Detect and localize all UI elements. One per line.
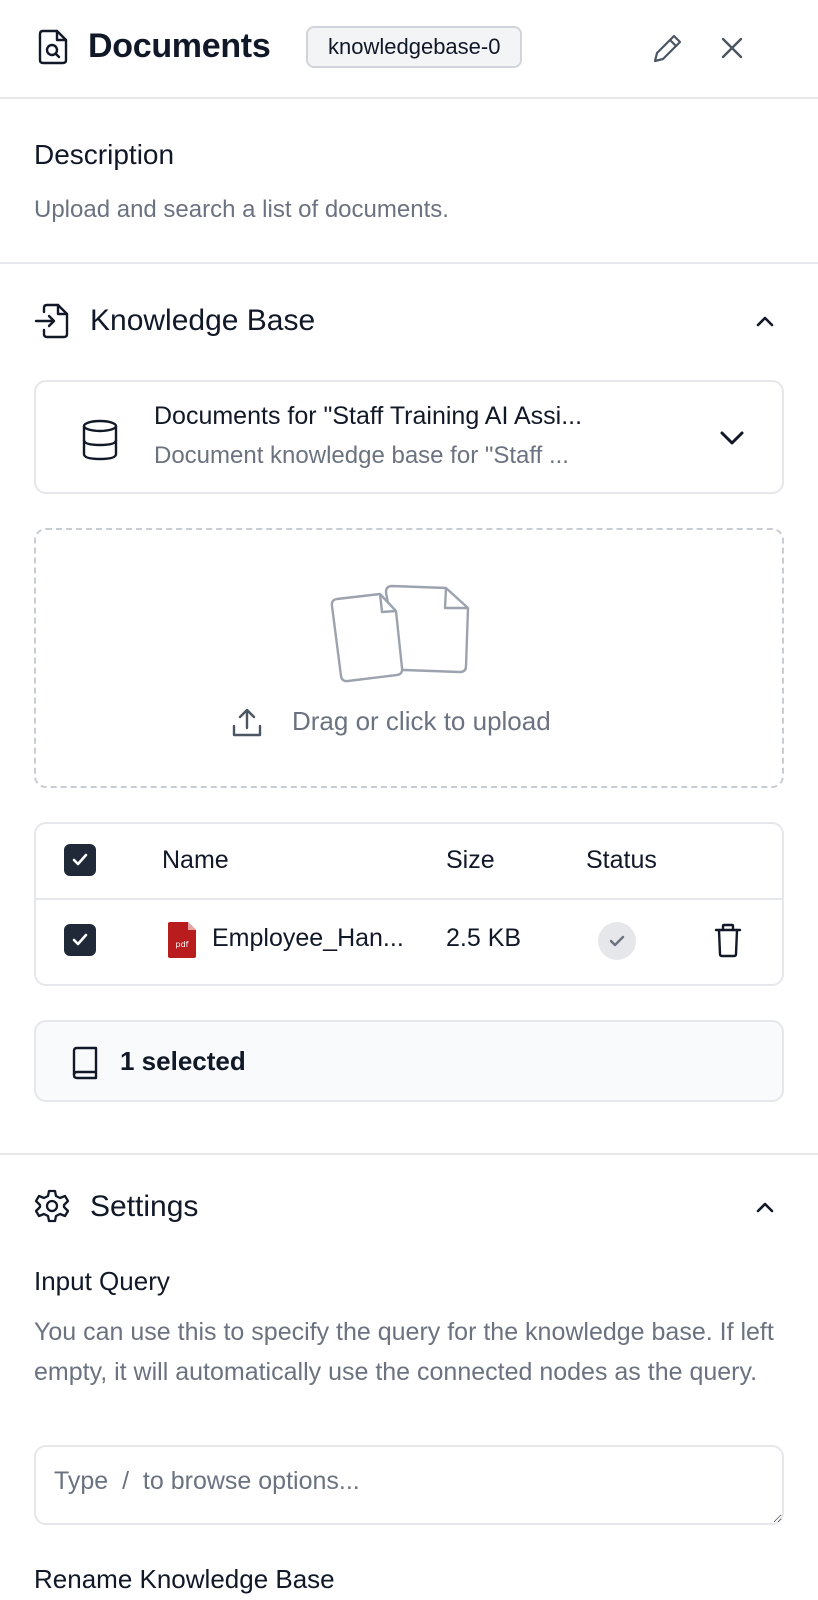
upload-dropzone[interactable]: Drag or click to upload	[34, 528, 784, 788]
pencil-icon[interactable]	[650, 30, 686, 66]
page-title: Documents	[88, 27, 271, 65]
description-section: Description Upload and search a list of …	[0, 99, 818, 264]
selected-kb-title: Documents for "Staff Training AI Assi...	[154, 402, 583, 430]
table-header-row	[36, 824, 782, 900]
input-query-field[interactable]	[34, 1445, 784, 1525]
import-icon	[34, 303, 69, 339]
column-header-status[interactable]: Status	[586, 846, 657, 875]
input-query-help: You can use this to specify the query fo…	[34, 1318, 774, 1386]
gear-icon	[34, 1189, 70, 1223]
description-heading: Description	[34, 139, 175, 170]
chevron-up-icon[interactable]	[752, 1194, 778, 1220]
column-header-size[interactable]: Size	[446, 846, 495, 875]
select-all-checkbox[interactable]	[64, 844, 96, 876]
settings-section-header[interactable]: Settings	[34, 1188, 784, 1228]
status-badge	[598, 922, 636, 960]
check-icon	[609, 935, 625, 947]
knowledge-base-select[interactable]: Documents for "Staff Training AI Assi...…	[34, 380, 784, 494]
knowledge-base-heading: Knowledge Base	[90, 304, 316, 337]
check-icon	[72, 853, 88, 866]
settings-heading: Settings	[90, 1190, 199, 1223]
input-query-label: Input Query	[34, 1266, 170, 1296]
selected-kb-subtitle: Document knowledge base for "Staff ...	[154, 442, 569, 469]
file-size: 2.5 KB	[446, 924, 522, 952]
files-icon	[330, 584, 470, 683]
node-id-badge: knowledgebase-0	[306, 26, 523, 68]
svg-text:pdf: pdf	[176, 940, 189, 949]
chevron-up-icon[interactable]	[752, 308, 778, 334]
section-divider	[0, 1153, 818, 1155]
upload-icon	[232, 708, 262, 737]
chevron-down-icon[interactable]	[716, 422, 748, 454]
database-icon	[82, 419, 118, 461]
check-icon	[72, 933, 88, 946]
selected-count: 1 selected	[120, 1046, 246, 1076]
file-name: Employee_Han...	[212, 924, 404, 952]
panel-header: Documents knowledgebase-0	[0, 0, 818, 99]
trash-icon[interactable]	[712, 922, 744, 958]
document-search-icon	[38, 29, 68, 65]
knowledge-base-section-header[interactable]: Knowledge Base	[34, 302, 784, 342]
rename-kb-label: Rename Knowledge Base	[34, 1564, 335, 1594]
close-icon[interactable]	[714, 30, 750, 66]
pdf-icon: pdf	[168, 922, 196, 958]
documents-table: Name Size Status pdf Employee_Han... 2.5…	[34, 822, 784, 986]
row-checkbox[interactable]	[64, 924, 96, 956]
upload-prompt: Drag or click to upload	[292, 706, 551, 736]
selection-summary: 1 selected	[34, 1020, 784, 1102]
column-header-name[interactable]: Name	[162, 846, 229, 875]
description-text: Upload and search a list of documents.	[34, 196, 449, 223]
book-icon	[72, 1046, 98, 1080]
